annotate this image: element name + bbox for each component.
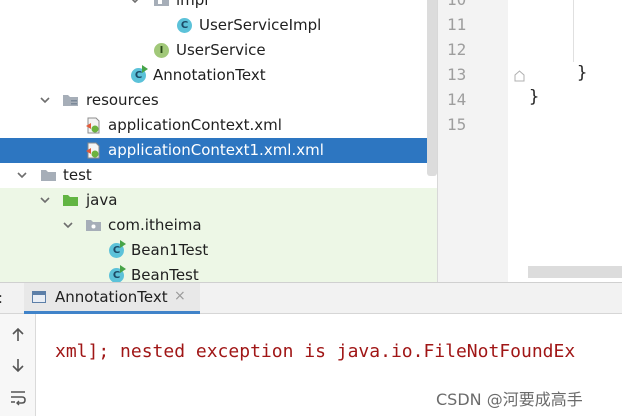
folder-icon <box>40 167 57 184</box>
line-number: 15 <box>447 115 467 134</box>
tree-item-beantest[interactable]: C BeanTest <box>0 263 437 282</box>
package-icon <box>85 217 102 234</box>
tree-item-userserviceimpl[interactable]: C UserServiceImpl <box>0 13 437 38</box>
line-number: 10 <box>447 0 477 12</box>
console-side-toolbar <box>0 314 36 416</box>
code-line-14[interactable]: } <box>529 85 539 110</box>
tree-item-resources[interactable]: resources <box>0 88 437 113</box>
code-line-13[interactable]: } <box>577 61 587 86</box>
tree-item-label: java <box>86 191 118 209</box>
tree-item-label: com.itheima <box>108 216 202 234</box>
test-source-folder-icon <box>62 192 79 209</box>
line-number: 12 <box>447 40 467 59</box>
tree-item-impl[interactable]: impl <box>0 0 437 13</box>
chevron-down-icon[interactable] <box>40 88 52 113</box>
tree-item-applicationcontext-xml[interactable]: applicationContext.xml <box>0 113 437 138</box>
tree-item-java[interactable]: java <box>0 188 437 213</box>
close-icon[interactable]: × <box>174 288 186 304</box>
interface-icon: I <box>153 42 170 59</box>
indent-guide <box>573 0 574 62</box>
tree-item-label: applicationContext.xml <box>108 116 282 134</box>
tab-annotationtext[interactable]: AnnotationText × <box>24 283 200 314</box>
spring-xml-icon <box>85 117 102 134</box>
folder-icon <box>153 0 170 9</box>
tree-item-label: BeanTest <box>131 266 199 282</box>
chevron-down-icon[interactable] <box>17 163 29 188</box>
tree-item-bean1test[interactable]: C Bean1Test <box>0 238 437 263</box>
tree-item-applicationcontext1-xml-xml[interactable]: applicationContext1.xml.xml <box>0 138 437 163</box>
project-tree: impl C UserServiceImpl I UserService C A… <box>0 0 437 282</box>
tree-scrollbar[interactable] <box>427 0 437 176</box>
tree-item-label: test <box>63 166 92 184</box>
spring-xml-icon <box>85 142 102 159</box>
tree-item-annotationtext[interactable]: C AnnotationText <box>0 63 437 88</box>
tree-item-com-itheima[interactable]: com.itheima <box>0 213 437 238</box>
code-editor[interactable] <box>508 0 622 282</box>
tree-item-label: Bean1Test <box>131 241 209 259</box>
chevron-down-icon[interactable] <box>40 188 52 213</box>
tree-item-label: applicationContext1.xml.xml <box>108 141 324 159</box>
tree-item-test[interactable]: test <box>0 163 437 188</box>
tree-item-label: UserServiceImpl <box>199 16 322 34</box>
chevron-down-icon[interactable] <box>63 213 75 238</box>
class-icon: C <box>176 17 193 34</box>
runnable-class-icon: C <box>130 65 148 84</box>
line-number: 11 <box>447 15 467 34</box>
resources-folder-icon <box>62 92 79 109</box>
editor-horizontal-scrollbar[interactable] <box>528 266 622 278</box>
line-number: 14 <box>447 90 467 109</box>
run-tool-window-header: t: AnnotationText × <box>0 282 622 314</box>
chevron-down-icon[interactable] <box>130 0 142 13</box>
tree-item-label: UserService <box>176 41 266 59</box>
tree-item-label: impl <box>176 0 209 9</box>
soft-wrap-icon[interactable] <box>9 388 27 406</box>
tree-item-label: resources <box>86 91 159 109</box>
line-number: 13 <box>447 65 467 84</box>
tab-label: AnnotationText <box>55 288 168 306</box>
console-error-line: xml]; nested exception is java.io.FileNo… <box>55 341 576 362</box>
console-icon <box>32 291 46 303</box>
test-class-icon: C <box>108 240 126 259</box>
tree-item-userservice[interactable]: I UserService <box>0 38 437 63</box>
fold-marker-icon[interactable] <box>514 67 525 82</box>
tree-item-label: AnnotationText <box>153 66 266 84</box>
arrow-down-icon[interactable] <box>9 356 27 374</box>
test-class-icon: C <box>108 265 126 282</box>
tool-window-label: t: <box>0 289 3 307</box>
watermark: CSDN @河要成高手 <box>436 390 583 409</box>
arrow-up-icon[interactable] <box>9 326 27 344</box>
